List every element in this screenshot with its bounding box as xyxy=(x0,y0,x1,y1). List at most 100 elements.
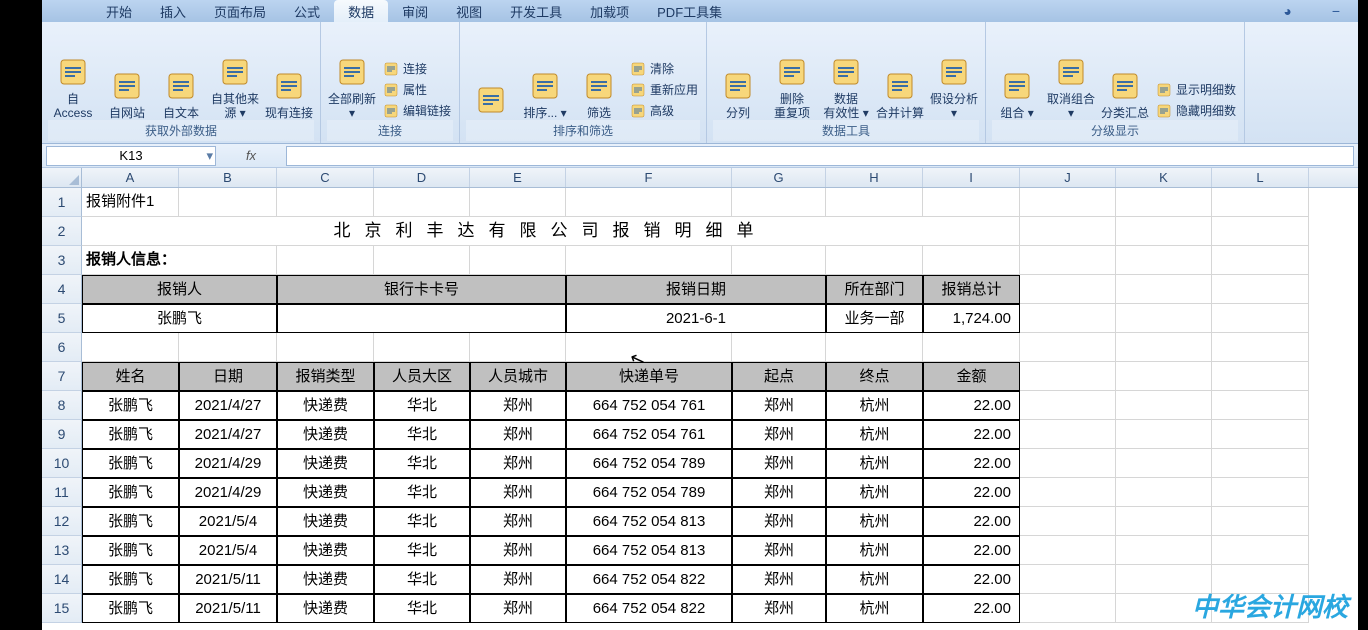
sort-az-button[interactable] xyxy=(466,84,516,120)
sort-button[interactable]: 排序... ▾ xyxy=(520,70,570,120)
cell-B10[interactable]: 2021/4/29 xyxy=(179,449,277,478)
col-header-H[interactable]: H xyxy=(826,168,923,187)
cell-D7[interactable]: 人员大区 xyxy=(374,362,470,391)
cell-C15[interactable]: 快递费 xyxy=(277,594,374,623)
col-header-I[interactable]: I xyxy=(923,168,1020,187)
value-row5-3[interactable]: 业务一部 xyxy=(826,304,923,333)
tab-页面布局[interactable]: 页面布局 xyxy=(200,0,280,23)
col-header-A[interactable]: A xyxy=(82,168,179,187)
cell-G9[interactable]: 郑州 xyxy=(732,420,826,449)
cell-I7[interactable]: 金额 xyxy=(923,362,1020,391)
cell-K10[interactable] xyxy=(1116,449,1212,478)
cell-F8[interactable]: 664 752 054 761 xyxy=(566,391,732,420)
from-other-button[interactable]: 自其他来源 ▾ xyxy=(210,56,260,120)
col-header-J[interactable]: J xyxy=(1020,168,1116,187)
cell-A15[interactable]: 张鹏飞 xyxy=(82,594,179,623)
cell-E9[interactable]: 郑州 xyxy=(470,420,566,449)
cell-E3[interactable] xyxy=(470,246,566,275)
cell-H11[interactable]: 杭州 xyxy=(826,478,923,507)
header-报销总计[interactable]: 报销总计 xyxy=(923,275,1020,304)
subtotal-button[interactable]: 分类汇总 xyxy=(1100,70,1150,120)
cell-H10[interactable]: 杭州 xyxy=(826,449,923,478)
tab-审阅[interactable]: 审阅 xyxy=(388,0,442,23)
cell-D10[interactable]: 华北 xyxy=(374,449,470,478)
row-header-6[interactable]: 6 xyxy=(42,333,82,362)
minimize-ribbon-icon[interactable]: − xyxy=(1332,3,1340,19)
cell-H6[interactable] xyxy=(826,333,923,362)
header-所在部门[interactable]: 所在部门 xyxy=(826,275,923,304)
tab-开发工具[interactable]: 开发工具 xyxy=(496,0,576,23)
cell-H8[interactable]: 杭州 xyxy=(826,391,923,420)
cell-D14[interactable]: 华北 xyxy=(374,565,470,594)
reapply-button[interactable]: 重新应用 xyxy=(628,80,700,99)
cell-K2[interactable] xyxy=(1116,217,1212,246)
hide-detail-button[interactable]: 隐藏明细数 xyxy=(1154,101,1238,120)
cell-F3[interactable] xyxy=(566,246,732,275)
cell-E14[interactable]: 郑州 xyxy=(470,565,566,594)
cell-J7[interactable] xyxy=(1020,362,1116,391)
cell-I6[interactable] xyxy=(923,333,1020,362)
cell-I14[interactable]: 22.00 xyxy=(923,565,1020,594)
remove-dup-button[interactable]: 删除重复项 xyxy=(767,56,817,120)
col-header-K[interactable]: K xyxy=(1116,168,1212,187)
col-header-B[interactable]: B xyxy=(179,168,277,187)
cell-H14[interactable]: 杭州 xyxy=(826,565,923,594)
ungroup-button[interactable]: 取消组合 ▾ xyxy=(1046,56,1096,120)
col-header-G[interactable]: G xyxy=(732,168,826,187)
cell-C6[interactable] xyxy=(277,333,374,362)
cell-D13[interactable]: 华北 xyxy=(374,536,470,565)
cell-D3[interactable] xyxy=(374,246,470,275)
from-web-button[interactable]: 自网站 xyxy=(102,70,152,120)
cell-B1[interactable] xyxy=(179,188,277,217)
cell-K5[interactable] xyxy=(1116,304,1212,333)
tab-开始[interactable]: 开始 xyxy=(92,0,146,23)
cell-G6[interactable] xyxy=(732,333,826,362)
cell-F7[interactable]: 快递单号 xyxy=(566,362,732,391)
cell-G11[interactable]: 郑州 xyxy=(732,478,826,507)
help-icon[interactable]: ◕ xyxy=(1283,3,1291,19)
existing-conn-button[interactable]: 现有连接 xyxy=(264,70,314,120)
cell-E6[interactable] xyxy=(470,333,566,362)
cell-C9[interactable]: 快递费 xyxy=(277,420,374,449)
cell-E7[interactable]: 人员城市 xyxy=(470,362,566,391)
cell-L9[interactable] xyxy=(1212,420,1309,449)
cell-E12[interactable]: 郑州 xyxy=(470,507,566,536)
cell-A10[interactable]: 张鹏飞 xyxy=(82,449,179,478)
cell-I1[interactable] xyxy=(923,188,1020,217)
cell-L2[interactable] xyxy=(1212,217,1309,246)
value-row5-0[interactable]: 张鹏飞 xyxy=(82,304,277,333)
cell-K12[interactable] xyxy=(1116,507,1212,536)
cell-K11[interactable] xyxy=(1116,478,1212,507)
cell-I12[interactable]: 22.00 xyxy=(923,507,1020,536)
cell-G7[interactable]: 起点 xyxy=(732,362,826,391)
cell-A3[interactable]: 报销人信息： xyxy=(82,246,277,275)
header-报销人[interactable]: 报销人 xyxy=(82,275,277,304)
col-header-L[interactable]: L xyxy=(1212,168,1309,187)
from-access-button[interactable]: 自 Access xyxy=(48,56,98,120)
edit-links-button[interactable]: 编辑链接 xyxy=(381,101,453,120)
cell-I10[interactable]: 22.00 xyxy=(923,449,1020,478)
cell-L11[interactable] xyxy=(1212,478,1309,507)
tab-视图[interactable]: 视图 xyxy=(442,0,496,23)
row-header-7[interactable]: 7 xyxy=(42,362,82,391)
cell-G10[interactable]: 郑州 xyxy=(732,449,826,478)
header-报销日期[interactable]: 报销日期 xyxy=(566,275,826,304)
cell-A2[interactable]: 北京利丰达有限公司报销明细单 xyxy=(82,217,1020,246)
cell-D9[interactable]: 华北 xyxy=(374,420,470,449)
cell-C3[interactable] xyxy=(277,246,374,275)
cell-C11[interactable]: 快递费 xyxy=(277,478,374,507)
row-header-10[interactable]: 10 xyxy=(42,449,82,478)
cell-I11[interactable]: 22.00 xyxy=(923,478,1020,507)
cell-L4[interactable] xyxy=(1212,275,1309,304)
col-header-D[interactable]: D xyxy=(374,168,470,187)
cell-A11[interactable]: 张鹏飞 xyxy=(82,478,179,507)
cell-H12[interactable]: 杭州 xyxy=(826,507,923,536)
cell-B14[interactable]: 2021/5/11 xyxy=(179,565,277,594)
row-header-14[interactable]: 14 xyxy=(42,565,82,594)
row-header-9[interactable]: 9 xyxy=(42,420,82,449)
cell-L8[interactable] xyxy=(1212,391,1309,420)
cell-C8[interactable]: 快递费 xyxy=(277,391,374,420)
fx-icon[interactable]: fx xyxy=(236,148,266,163)
cell-K6[interactable] xyxy=(1116,333,1212,362)
cell-F13[interactable]: 664 752 054 813 xyxy=(566,536,732,565)
